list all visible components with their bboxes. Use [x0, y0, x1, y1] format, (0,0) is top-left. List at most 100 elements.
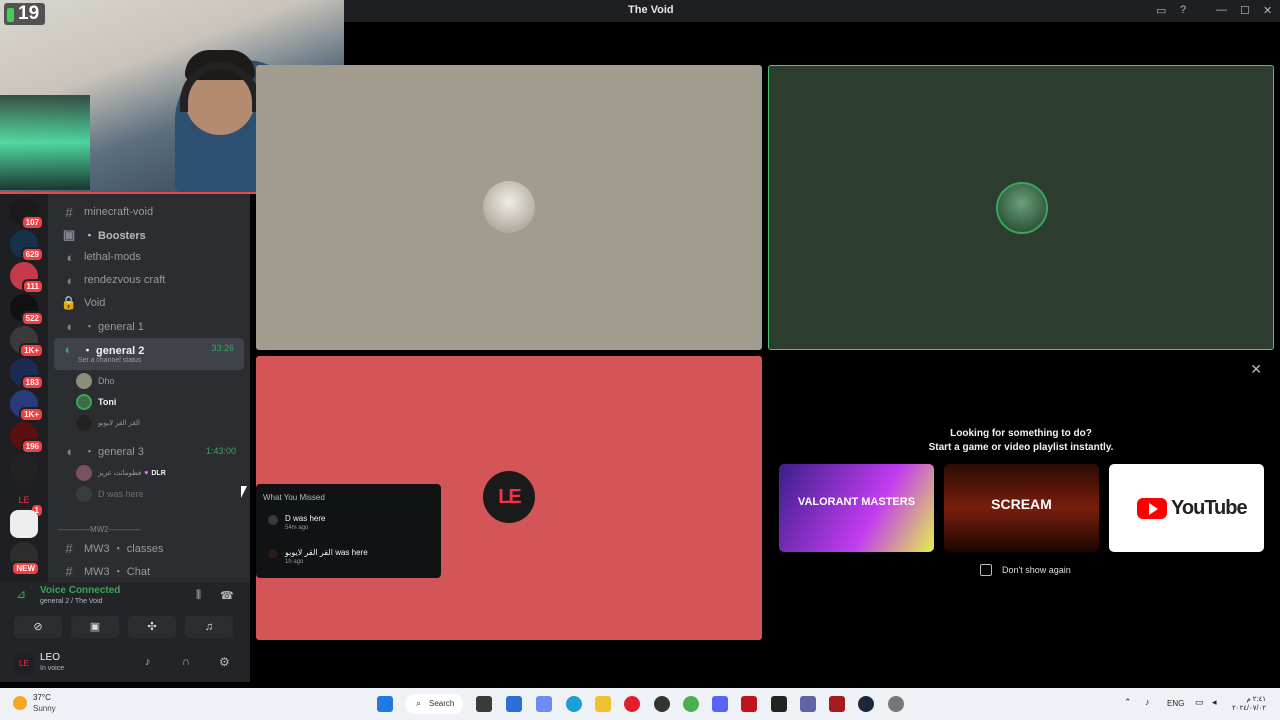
- popup-title: What You Missed: [263, 493, 325, 502]
- server-icon[interactable]: 1K+: [10, 390, 44, 422]
- missed-time: 54m ago: [285, 525, 309, 531]
- app-icon[interactable]: [829, 696, 845, 712]
- edge-icon[interactable]: [566, 696, 582, 712]
- voice-user[interactable]: Dho: [76, 372, 115, 390]
- settings-icon[interactable]: [888, 696, 904, 712]
- task-view-icon[interactable]: [476, 696, 492, 712]
- weather-temp[interactable]: 37°C: [33, 693, 51, 702]
- discord-taskbar-icon[interactable]: [712, 696, 728, 712]
- voice-location[interactable]: general 2 / The Void: [40, 598, 103, 605]
- channel-status[interactable]: Set a channel status: [78, 357, 141, 364]
- channel-general-2[interactable]: ◖ ・ general 2 33:26 Set a channel status: [54, 338, 244, 370]
- disconnect-icon[interactable]: ☎: [220, 589, 234, 602]
- server-icon[interactable]: 629: [10, 230, 44, 262]
- copilot-icon[interactable]: [536, 696, 552, 712]
- user-name: Dho: [98, 376, 115, 386]
- opera-icon[interactable]: [624, 696, 640, 712]
- channel-boosters[interactable]: ▣ ・ Boosters: [60, 225, 246, 245]
- maximize-button[interactable]: ☐: [1240, 4, 1250, 17]
- voice-user[interactable]: Toni: [76, 393, 116, 411]
- avatar: [268, 515, 278, 525]
- voice-user[interactable]: D was here: [76, 485, 144, 503]
- adobe-icon[interactable]: [741, 696, 757, 712]
- server-icon[interactable]: 111: [10, 262, 44, 294]
- missed-item[interactable]: القر القر لايوبو was here 1h ago: [268, 548, 368, 565]
- inbox-icon[interactable]: ▭: [1156, 4, 1166, 17]
- steam-icon[interactable]: [858, 696, 874, 712]
- settings-gear-icon[interactable]: ⚙: [219, 655, 230, 669]
- voice-user[interactable]: القر القر لايوبو: [76, 414, 140, 432]
- username[interactable]: LEO: [40, 652, 60, 663]
- category-mw2[interactable]: ------------MW2------------: [58, 519, 244, 539]
- server-icon[interactable]: 196: [10, 422, 44, 454]
- store-icon[interactable]: [506, 696, 522, 712]
- channel-mw3-classes[interactable]: # MW3 ・ classes: [60, 538, 246, 558]
- activities-button[interactable]: ✣: [128, 616, 176, 638]
- server-icon[interactable]: 107: [10, 198, 44, 230]
- mention-count: 1K+: [19, 343, 44, 358]
- weather-desc[interactable]: Sunny: [33, 704, 56, 713]
- heart-icon: ♥: [144, 469, 149, 477]
- chevron-up-icon[interactable]: ⌃: [1124, 697, 1132, 708]
- channel-general-3[interactable]: ◖ ・ general 3 1:43:00: [60, 441, 246, 461]
- close-icon[interactable]: ✕: [1250, 361, 1262, 378]
- voice-user[interactable]: فطوماتت عزيز ♥ DLR: [76, 464, 166, 482]
- dont-show-checkbox[interactable]: Don't show again: [980, 564, 1071, 576]
- server-icon[interactable]: NEW: [10, 542, 40, 576]
- avatar: [483, 181, 535, 233]
- soundboard-button[interactable]: ♫: [185, 616, 233, 638]
- screen-share-button[interactable]: ▣: [71, 616, 119, 638]
- channel-timer: 33:26: [211, 343, 234, 353]
- server-icon[interactable]: [10, 454, 38, 482]
- channel-rendezvous-craft[interactable]: ◖ rendezvous craft: [60, 270, 246, 290]
- activity-card-youtube[interactable]: YouTube: [1109, 464, 1264, 552]
- server-icon[interactable]: 183: [10, 358, 44, 390]
- volume-icon[interactable]: ◂: [1212, 697, 1217, 708]
- minimize-button[interactable]: —: [1216, 4, 1227, 16]
- user-status: In voice: [40, 665, 65, 672]
- channel-mw3-chat[interactable]: # MW3 ・ Chat: [60, 561, 246, 581]
- channel-label: MW3 ・ classes: [84, 543, 164, 555]
- start-icon[interactable]: [377, 696, 393, 712]
- taskbar-search[interactable]: Search: [405, 694, 463, 714]
- mention-count: 196: [20, 439, 44, 454]
- avatar[interactable]: LE: [14, 654, 34, 674]
- network-icon[interactable]: ▭: [1195, 697, 1204, 708]
- clock[interactable]: ٢:٤١ م ٢٠٢٤/٠٧/٠٢: [1232, 695, 1266, 713]
- checkbox[interactable]: [980, 564, 992, 576]
- epic-games-icon[interactable]: [771, 696, 787, 712]
- headphones-icon[interactable]: ∩: [182, 656, 190, 668]
- help-icon[interactable]: ?: [1180, 4, 1186, 16]
- server-icon[interactable]: 522: [10, 294, 44, 326]
- activity-card-valorant[interactable]: VALORANT MASTERS: [779, 464, 934, 552]
- server-icon[interactable]: 1K+: [10, 326, 44, 358]
- chrome-icon[interactable]: [683, 696, 699, 712]
- language-indicator[interactable]: ENG: [1167, 699, 1184, 708]
- channel-lethal-mods[interactable]: ◖ lethal-mods: [60, 247, 246, 267]
- file-explorer-icon[interactable]: [595, 696, 611, 712]
- camera-button[interactable]: ⊘: [14, 616, 62, 638]
- participant-tile[interactable]: [256, 65, 762, 350]
- microphone-tray-icon[interactable]: ♪: [1145, 697, 1150, 707]
- channel-void[interactable]: 🔒 Void: [60, 293, 246, 313]
- channel-minecraft-void[interactable]: # minecraft-void: [60, 202, 246, 222]
- teams-icon[interactable]: [800, 696, 816, 712]
- channel-label: ・ Boosters: [84, 230, 146, 242]
- voice-status[interactable]: Voice Connected: [40, 585, 120, 596]
- missed-item[interactable]: D was here 54m ago: [268, 514, 325, 531]
- channel-label: Void: [84, 297, 106, 309]
- weather-sun-icon[interactable]: [13, 696, 27, 710]
- server-icon[interactable]: [10, 510, 38, 538]
- obs-icon[interactable]: [654, 696, 670, 712]
- close-window-button[interactable]: ✕: [1263, 4, 1272, 17]
- user-name: D was here: [98, 489, 144, 499]
- microphone-icon[interactable]: ♪: [145, 656, 151, 668]
- activity-card-scream[interactable]: SCREAM: [944, 464, 1099, 552]
- participant-tile-speaking[interactable]: [768, 65, 1274, 350]
- channel-label: rendezvous craft: [84, 274, 166, 286]
- channel-general-1[interactable]: ◖ ・ general 1: [60, 316, 246, 336]
- speaker-icon: ◖: [65, 318, 73, 334]
- noise-suppression-icon[interactable]: ⫼: [196, 589, 201, 602]
- mouse-cursor: [241, 486, 247, 498]
- signal-icon[interactable]: ⊿: [16, 587, 26, 601]
